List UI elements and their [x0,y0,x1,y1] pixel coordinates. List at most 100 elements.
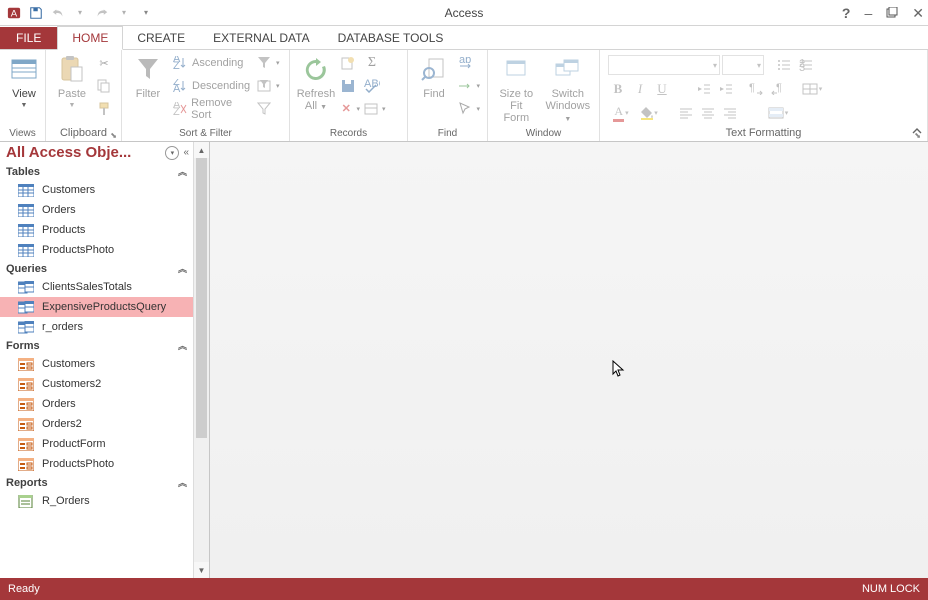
increase-indent-button[interactable] [716,79,736,99]
section-label: Queries [6,263,47,275]
section-collapse-icon[interactable]: ︽ [178,262,187,275]
tab-home[interactable]: HOME [57,26,123,50]
nav-scrollbar[interactable]: ▲ ▼ [193,142,209,578]
switch-windows-button[interactable]: Switch Windows ▼ [541,52,595,128]
font-family-dropdown[interactable] [608,55,720,75]
refresh-label: Refresh All ▼ [297,88,336,114]
delete-record-button[interactable]: ✕▾ [338,98,362,120]
descending-button[interactable]: ZADescending [170,75,254,97]
nav-item-form[interactable]: ProductForm [0,434,193,454]
nav-item-query[interactable]: ClientsSalesTotals [0,277,193,297]
new-record-button[interactable] [338,52,362,74]
view-button[interactable]: View ▼ [4,52,44,111]
paste-icon [56,54,88,86]
toggle-filter-button[interactable] [254,98,284,120]
nav-item-table[interactable]: Customers [0,180,193,200]
rtl-button[interactable]: ¶ [768,79,788,99]
sort-stack: AZAscending ZADescending AZRemove Sort [170,52,254,120]
nav-section[interactable]: Forms︽ [0,337,193,354]
save-record-button[interactable] [338,75,362,97]
replace-button[interactable]: ab [456,52,482,74]
nav-section[interactable]: Tables︽ [0,163,193,180]
qat-customize-icon[interactable]: ▾ [136,3,156,23]
more-records-button[interactable]: ▾ [362,98,386,120]
close-icon[interactable]: ✕ [912,6,924,20]
help-icon[interactable]: ? [842,6,851,20]
bold-button[interactable]: B [608,79,628,99]
nav-item-query[interactable]: r_orders [0,317,193,337]
nav-item-form[interactable]: Customers2 [0,374,193,394]
format-painter-button[interactable] [94,98,114,120]
nav-item-label: ClientsSalesTotals [42,281,132,293]
font-size-dropdown[interactable] [722,55,764,75]
format-painter-icon [96,101,112,117]
section-collapse-icon[interactable]: ︽ [178,339,187,352]
align-left-button[interactable] [676,103,696,123]
filter-label: Filter [136,88,160,100]
quick-access-toolbar: A ▾ ▾ ▾ [0,3,156,23]
section-collapse-icon[interactable]: ︽ [178,165,187,178]
status-ready: Ready [8,583,40,595]
redo-dropdown-icon[interactable]: ▾ [114,3,134,23]
nav-collapse-icon[interactable]: « [183,147,189,158]
refresh-all-button[interactable]: Refresh All ▼ [294,52,338,116]
report-icon [18,494,34,508]
nav-menu-icon[interactable]: ▾ [165,146,179,160]
find-button[interactable]: Find [412,52,456,102]
nav-item-query[interactable]: ExpensiveProductsQuery [0,297,193,317]
fill-color-button[interactable]: ▾ [636,103,662,123]
italic-button[interactable]: I [630,79,650,99]
svg-text:3: 3 [799,62,805,71]
spelling-button[interactable]: ABC [362,75,386,97]
copy-button[interactable] [94,75,114,97]
tab-create[interactable]: CREATE [123,27,199,49]
remove-sort-button[interactable]: AZRemove Sort [170,98,254,120]
bullets-button[interactable] [774,55,794,75]
selection-filter-button[interactable]: ▾ [254,52,284,74]
save-icon[interactable] [26,3,46,23]
filter-button[interactable]: Filter [126,52,170,102]
underline-button[interactable]: U [652,79,672,99]
section-collapse-icon[interactable]: ︽ [178,476,187,489]
select-button[interactable]: ▾ [456,98,482,120]
decrease-indent-button[interactable] [694,79,714,99]
totals-button[interactable]: Σ [362,52,386,74]
collapse-ribbon-icon[interactable] [912,127,922,137]
nav-item-table[interactable]: Orders [0,200,193,220]
tab-file[interactable]: FILE [0,27,57,49]
alternate-row-color-button[interactable]: ▾ [764,103,792,123]
nav-item-form[interactable]: Orders [0,394,193,414]
replace-icon: ab [458,55,474,71]
nav-item-form[interactable]: ProductsPhoto [0,454,193,474]
font-color-button[interactable]: A▾ [608,103,634,123]
nav-item-form[interactable]: Orders2 [0,414,193,434]
gridlines-button[interactable]: ▾ [798,79,826,99]
minimize-icon[interactable]: – [864,6,872,20]
align-center-button[interactable] [698,103,718,123]
size-to-fit-button[interactable]: Size to Fit Form [492,52,541,126]
maximize-icon[interactable] [886,7,898,19]
cut-button[interactable]: ✂ [94,52,114,74]
undo-icon[interactable] [48,3,68,23]
undo-dropdown-icon[interactable]: ▾ [70,3,90,23]
nav-item-report[interactable]: R_Orders [0,491,193,511]
scroll-thumb[interactable] [196,158,207,438]
nav-section[interactable]: Reports︽ [0,474,193,491]
nav-item-table[interactable]: Products [0,220,193,240]
tab-external-data[interactable]: EXTERNAL DATA [199,27,323,49]
scroll-up-icon[interactable]: ▲ [194,142,209,158]
redo-icon[interactable] [92,3,112,23]
tab-database-tools[interactable]: DATABASE TOOLS [324,27,458,49]
advanced-filter-button[interactable]: ▾ [254,75,284,97]
nav-header[interactable]: All Access Obje... ▾ « [0,142,193,163]
nav-section[interactable]: Queries ︽ [0,260,193,277]
goto-button[interactable]: ▾ [456,75,482,97]
scroll-down-icon[interactable]: ▼ [194,562,209,578]
align-right-button[interactable] [720,103,740,123]
nav-item-form[interactable]: Customers [0,354,193,374]
ltr-button[interactable]: ¶ [746,79,766,99]
paste-button[interactable]: Paste ▼ [50,52,94,111]
numbering-button[interactable]: 123 [796,55,816,75]
nav-item-table[interactable]: ProductsPhoto [0,240,193,260]
ascending-button[interactable]: AZAscending [170,52,254,74]
